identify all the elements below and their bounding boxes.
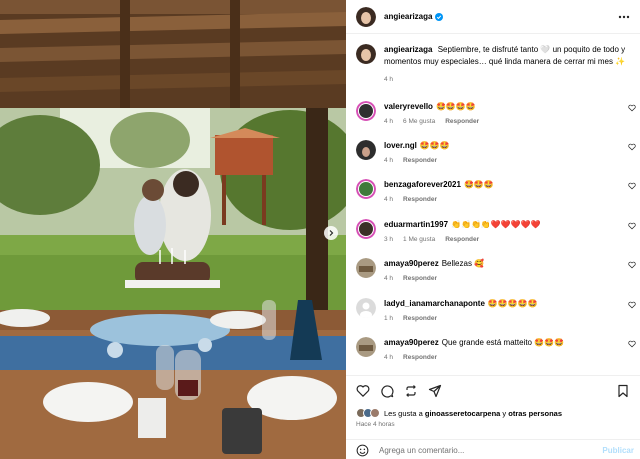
post-header: angiearizaga: [346, 0, 640, 34]
comment-text: Que grande está matteito 🤩🤩🤩: [441, 338, 565, 347]
reply-button[interactable]: Responder: [445, 118, 479, 125]
heart-icon[interactable]: [628, 143, 636, 151]
comment-text: 🤩🤩🤩🤩: [435, 102, 476, 111]
avatar-image: [356, 6, 376, 27]
commenter-avatar[interactable]: [356, 219, 376, 239]
comment-likes[interactable]: 1 Me gusta: [403, 236, 435, 243]
verified-icon: [435, 12, 444, 21]
comments-list[interactable]: angiearizaga Septiembre, te disfruté tan…: [346, 36, 640, 372]
comment-time: 4 h: [384, 354, 394, 361]
reply-button[interactable]: Responder: [403, 196, 437, 203]
heart-icon[interactable]: [628, 222, 636, 230]
likes-summary: Les gusta a ginoasseretocarpena y otras …: [356, 408, 562, 418]
comment-text: Bellezas 🥰: [441, 259, 485, 268]
caption-avatar[interactable]: [356, 44, 376, 64]
comment-item: amaya90perez Que grande está matteito 🤩🤩🤩…: [356, 337, 636, 372]
bookmark-icon[interactable]: [616, 384, 630, 398]
repost-icon[interactable]: [404, 384, 418, 398]
share-icon[interactable]: [428, 384, 442, 398]
likes-prefix: Les gusta a: [384, 408, 425, 418]
post-actions: Les gusta a ginoasseretocarpena y otras …: [346, 375, 640, 459]
comment-username[interactable]: eduarmartin1997: [384, 220, 448, 229]
comment-time: 4 h: [384, 196, 394, 203]
comment-time: 4 h: [384, 157, 394, 164]
comment-icon[interactable]: [380, 384, 394, 398]
comment-time: 4 h: [384, 118, 394, 125]
liker-username[interactable]: ginoasseretocarpena: [425, 409, 500, 418]
reply-button[interactable]: Responder: [403, 275, 437, 282]
commenter-avatar[interactable]: [356, 337, 376, 357]
post-image[interactable]: [0, 0, 346, 459]
comment-username[interactable]: amaya90perez: [384, 259, 439, 268]
heart-icon[interactable]: [628, 182, 636, 190]
comment-input[interactable]: [379, 445, 579, 455]
commenter-avatar[interactable]: [356, 101, 376, 121]
post-photo: [0, 0, 346, 459]
comment-item: eduarmartin1997 👏👏👏👏❤️❤️❤️❤️❤️ 3 h 1 Me gu…: [356, 219, 636, 255]
post-timestamp[interactable]: Hace 4 horas: [356, 421, 395, 428]
comment-username[interactable]: ladyd_ianamarchanaponte: [384, 299, 485, 308]
comment-item: amaya90perez Bellezas 🥰 4 h Responder: [356, 258, 636, 294]
other-likers-link[interactable]: otras personas: [508, 409, 562, 418]
caption-time: 4 h: [384, 76, 394, 83]
more-icon[interactable]: [618, 12, 630, 22]
comment-username[interactable]: lover.ngl: [384, 141, 417, 150]
comment-text: 🤩🤩🤩🤩🤩: [487, 299, 538, 308]
author-username[interactable]: angiearizaga: [384, 12, 432, 21]
post-sidebar: angiearizaga angiearizaga Septiembre, te…: [346, 0, 640, 459]
commenter-avatar[interactable]: [356, 258, 376, 278]
reply-button[interactable]: Responder: [445, 236, 479, 243]
comment-item: benzagaforever2021 🤩🤩🤩 4 h Responder: [356, 179, 636, 215]
reply-button[interactable]: Responder: [403, 354, 437, 361]
commenter-avatar[interactable]: [356, 140, 376, 160]
heart-icon[interactable]: [628, 301, 636, 309]
heart-icon[interactable]: [628, 104, 636, 112]
reply-button[interactable]: Responder: [403, 157, 437, 164]
comment-item: ladyd_ianamarchanaponte 🤩🤩🤩🤩🤩 1 h Responde…: [356, 298, 636, 334]
commenter-avatar[interactable]: [356, 179, 376, 199]
next-image-button[interactable]: [324, 226, 338, 240]
comment-text: 🤩🤩🤩: [463, 180, 494, 189]
comment-time: 4 h: [384, 275, 394, 282]
add-comment-bar: Publicar: [346, 439, 640, 459]
emoji-icon[interactable]: [356, 444, 369, 457]
post-caption: angiearizaga Septiembre, te disfruté tan…: [356, 44, 636, 86]
comment-username[interactable]: amaya90perez: [384, 338, 439, 347]
liker-avatar[interactable]: [370, 408, 380, 418]
comment-time: 3 h: [384, 236, 394, 243]
comment-text: 🤩🤩🤩: [419, 141, 450, 150]
comment-time: 1 h: [384, 315, 394, 322]
heart-icon[interactable]: [628, 261, 636, 269]
comment-username[interactable]: valeryrevello: [384, 102, 433, 111]
chevron-right-icon: [329, 230, 334, 236]
publish-button[interactable]: Publicar: [602, 446, 634, 455]
reply-button[interactable]: Responder: [403, 315, 437, 322]
comment-username[interactable]: benzagaforever2021: [384, 180, 461, 189]
caption-username[interactable]: angiearizaga: [384, 45, 432, 54]
author-avatar[interactable]: [356, 6, 376, 27]
comment-likes[interactable]: 6 Me gusta: [403, 118, 435, 125]
commenter-avatar[interactable]: [356, 298, 376, 318]
comment-item: lover.ngl 🤩🤩🤩 4 h Responder: [356, 140, 636, 176]
comment-item: valeryrevello 🤩🤩🤩🤩 4 h 6 Me gusta Responder: [356, 101, 636, 137]
heart-icon[interactable]: [628, 340, 636, 348]
comment-text: 👏👏👏👏❤️❤️❤️❤️❤️: [451, 220, 541, 229]
like-heart-icon[interactable]: [356, 384, 370, 398]
